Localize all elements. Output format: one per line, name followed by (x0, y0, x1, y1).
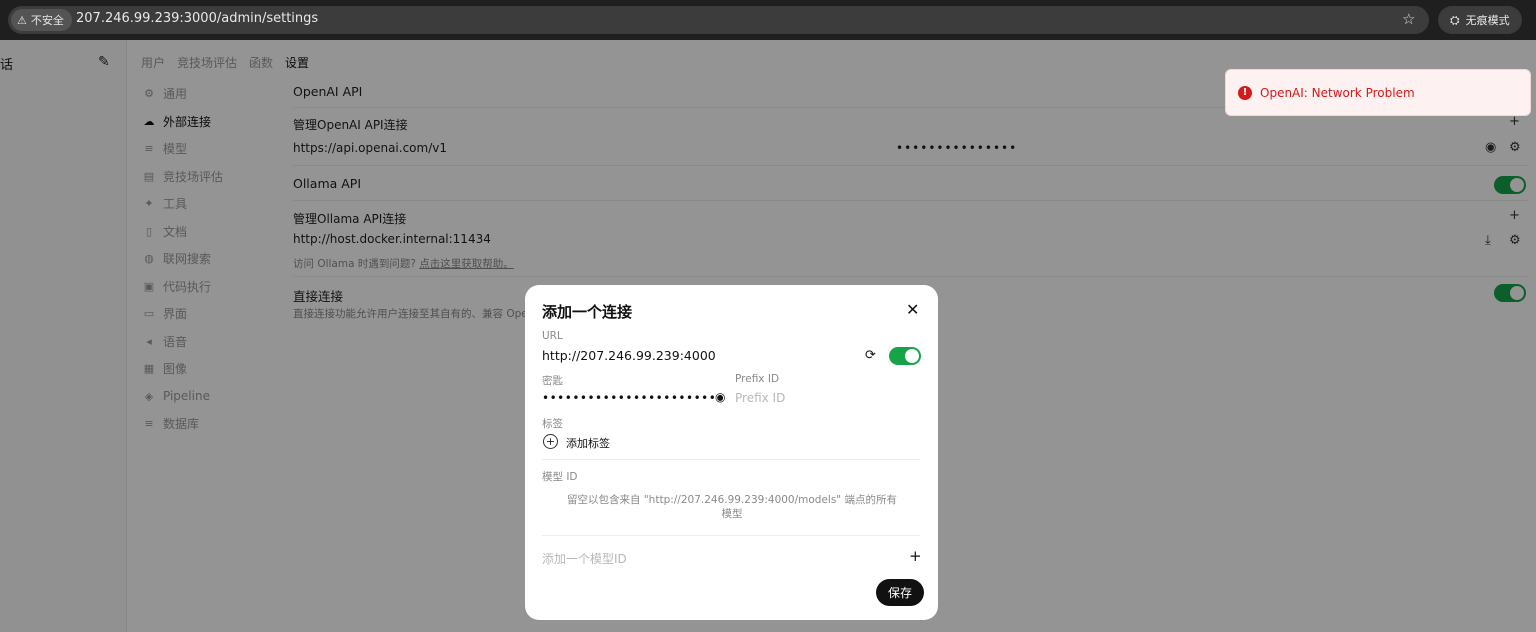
tags-label: 标签 (542, 418, 563, 430)
divider (542, 535, 920, 536)
close-icon[interactable]: ✕ (906, 300, 919, 319)
warning-icon: ⚠ (17, 13, 27, 27)
url-text[interactable]: 207.246.99.239:3000/admin/settings (76, 11, 318, 26)
incognito-button[interactable]: ⛭ 无痕模式 (1438, 6, 1522, 34)
security-chip[interactable]: ⚠ 不安全 (11, 9, 72, 31)
model-hint: 留空以包含来自 "http://207.246.99.239:4000/mode… (567, 494, 897, 520)
add-tag-label[interactable]: 添加标签 (566, 435, 610, 451)
add-model-input[interactable]: 添加一个模型ID (542, 550, 627, 567)
refresh-icon[interactable]: ⟳ (865, 348, 876, 363)
save-label: 保存 (887, 586, 912, 600)
key-label: 密匙 (542, 375, 563, 387)
eye-icon[interactable]: ◉ (715, 390, 725, 404)
url-input[interactable]: http://207.246.99.239:4000 (542, 348, 716, 363)
modal-title: 添加一个连接 (542, 303, 633, 321)
browser-toolbar: ⚠ 不安全 207.246.99.239:3000/admin/settings… (0, 0, 1536, 40)
security-label: 不安全 (30, 14, 64, 27)
save-button[interactable]: 保存 (876, 579, 924, 606)
connection-toggle[interactable] (889, 347, 921, 365)
incognito-icon: ⛭ (1450, 12, 1460, 27)
divider (542, 459, 920, 460)
prefix-label: Prefix ID (735, 373, 780, 385)
bookmark-star-icon[interactable]: ☆ (1402, 10, 1415, 28)
model-id-label: 模型 ID (542, 471, 578, 483)
url-label: URL (542, 330, 563, 342)
add-connection-modal: 添加一个连接 ✕ URL http://207.246.99.239:4000 … (525, 285, 938, 620)
key-input[interactable]: •••••••••••••••••••••••• (542, 391, 724, 405)
toast-message: OpenAI: Network Problem (1260, 85, 1415, 100)
error-toast[interactable]: ! OpenAI: Network Problem (1225, 69, 1531, 116)
prefix-input[interactable]: Prefix ID (735, 391, 785, 405)
error-icon: ! (1238, 85, 1252, 100)
add-tag-icon[interactable]: + (543, 434, 558, 449)
add-model-icon[interactable]: + (909, 547, 922, 565)
incognito-label: 无痕模式 (1465, 14, 1510, 27)
address-bar[interactable]: ⚠ 不安全 207.246.99.239:3000/admin/settings… (8, 6, 1429, 34)
